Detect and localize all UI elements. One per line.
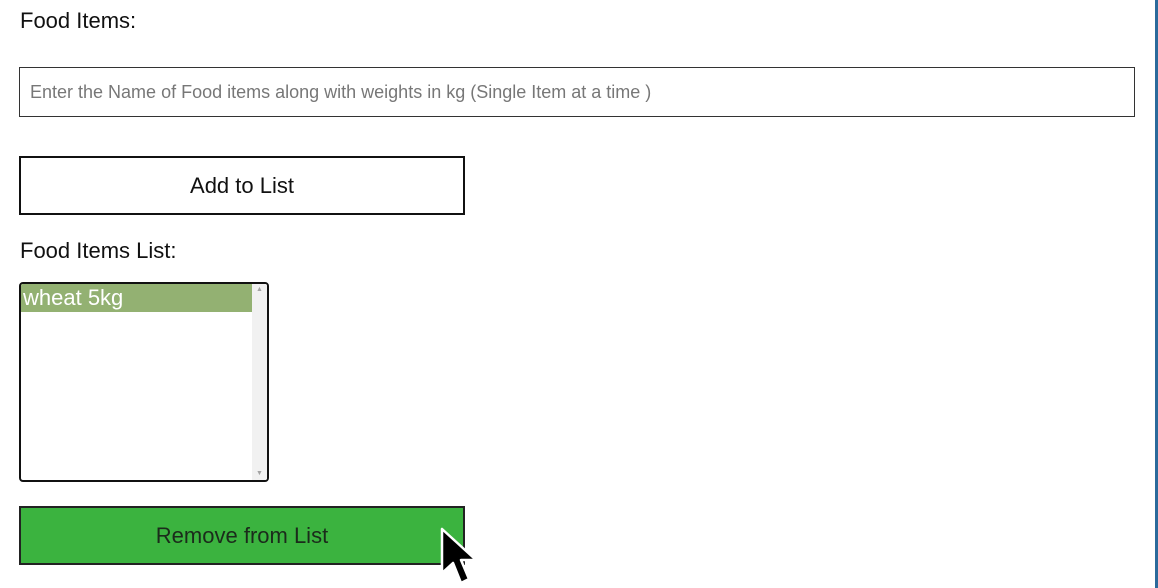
list-item[interactable]: wheat 5kg: [21, 284, 253, 312]
food-items-label: Food Items:: [20, 8, 137, 33]
remove-from-list-button[interactable]: Remove from List: [19, 506, 465, 565]
food-items-form: Food Items: Add to List Food Items List:…: [0, 0, 1158, 588]
listbox-scrollbar[interactable]: ▲ ▼: [252, 284, 267, 480]
food-items-list-label: Food Items List:: [20, 238, 177, 263]
mouse-pointer-icon: [440, 527, 478, 585]
add-to-list-button[interactable]: Add to List: [19, 156, 465, 215]
food-items-listbox[interactable]: wheat 5kg ▲ ▼: [19, 282, 269, 482]
food-item-input[interactable]: [19, 67, 1135, 117]
scroll-up-arrow-icon[interactable]: ▲: [252, 284, 267, 296]
scroll-down-arrow-icon[interactable]: ▼: [252, 468, 267, 480]
